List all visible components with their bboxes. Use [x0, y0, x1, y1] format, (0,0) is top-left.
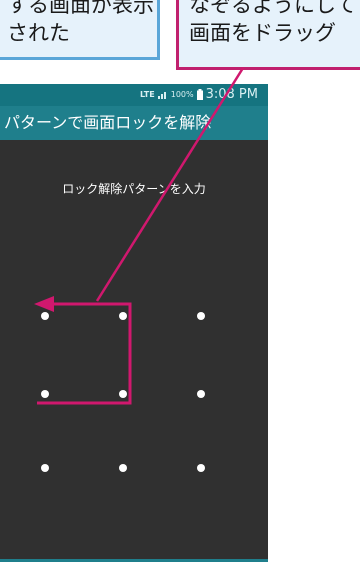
annotation-overlay: [34, 67, 245, 405]
trace-arrowhead: [34, 296, 54, 312]
callout-leader-line: [95, 67, 245, 302]
pattern-trace: [37, 302, 132, 405]
